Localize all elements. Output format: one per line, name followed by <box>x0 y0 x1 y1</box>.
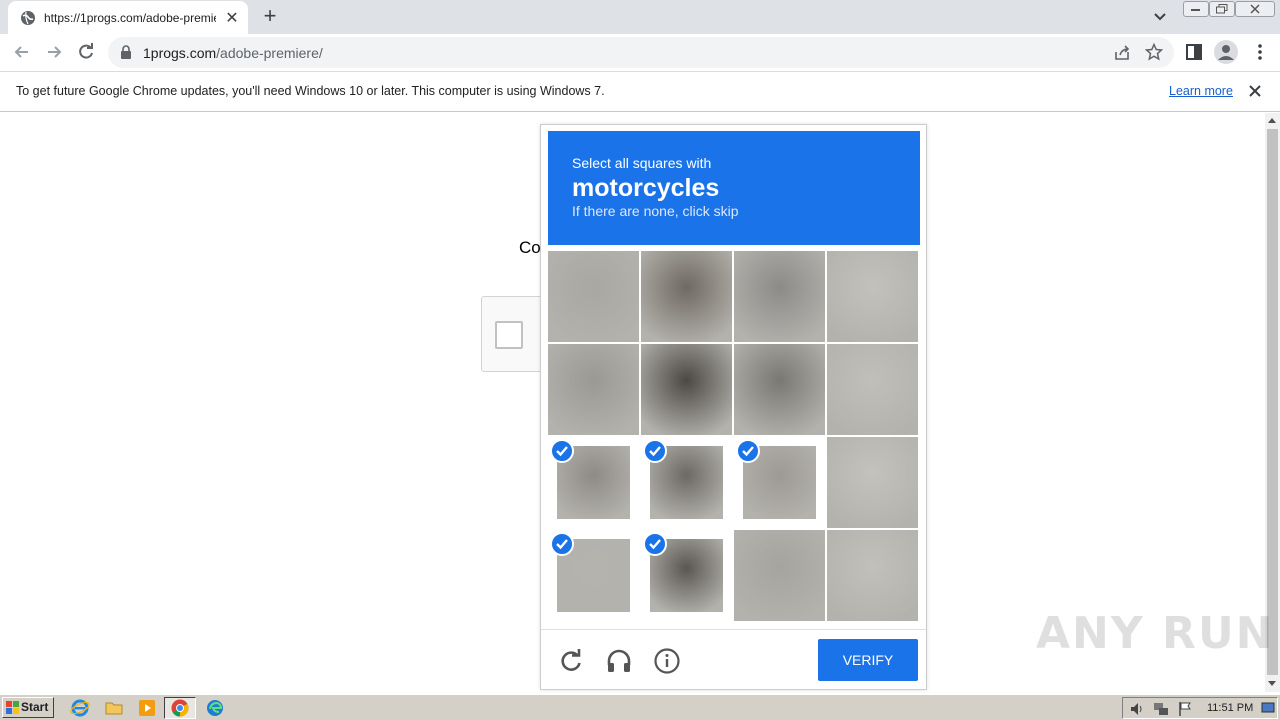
url-text: 1progs.com/adobe-premiere/ <box>143 45 323 61</box>
network-icon[interactable] <box>1153 701 1169 717</box>
clock: 11:51 PM <box>1207 702 1254 714</box>
checkmark-icon <box>643 532 667 556</box>
action-center-flag-icon[interactable] <box>1177 701 1193 717</box>
scroll-down-arrow-icon[interactable] <box>1268 681 1276 686</box>
challenge-footer: VERIFY <box>541 629 926 689</box>
infobar-message: To get future Google Chrome updates, you… <box>16 84 605 98</box>
tab-strip: https://1progs.com/adobe-premiere ✕ + <box>0 0 1280 34</box>
menu-kebab-icon[interactable] <box>1250 42 1270 62</box>
edge-icon[interactable] <box>205 698 225 718</box>
captcha-tile-image <box>548 251 639 342</box>
captcha-tile[interactable] <box>827 530 918 621</box>
captcha-tile[interactable] <box>641 251 732 342</box>
captcha-tile[interactable] <box>827 251 918 342</box>
captcha-tile-image <box>827 437 918 528</box>
captcha-tile[interactable] <box>548 437 639 528</box>
close-icon[interactable] <box>1248 84 1262 98</box>
info-icon[interactable] <box>654 648 680 674</box>
bookmark-star-icon[interactable] <box>1145 43 1163 61</box>
window-close-button[interactable] <box>1235 1 1275 17</box>
address-bar[interactable]: 1progs.com/adobe-premiere/ <box>108 37 1174 68</box>
captcha-tile[interactable] <box>548 344 639 435</box>
scroll-up-arrow-icon[interactable] <box>1268 118 1276 123</box>
captcha-tile-image <box>548 344 639 435</box>
captcha-tile-image <box>641 251 732 342</box>
captcha-image-grid <box>548 251 920 623</box>
chevron-down-icon[interactable] <box>1150 8 1170 26</box>
browser-toolbar: 1progs.com/adobe-premiere/ <box>0 34 1280 71</box>
taskbar: Start 11:51 PM <box>0 694 1280 720</box>
captcha-tile-image <box>827 251 918 342</box>
captcha-tile[interactable] <box>641 437 732 528</box>
forward-icon[interactable] <box>44 42 64 62</box>
share-icon[interactable] <box>1113 44 1131 62</box>
chrome-taskbar-button[interactable] <box>164 697 196 719</box>
captcha-tile-image <box>734 344 825 435</box>
start-label: Start <box>21 700 49 714</box>
anyrun-watermark: ANY RUN <box>1036 608 1275 659</box>
captcha-tile[interactable] <box>734 530 825 621</box>
checkmark-icon <box>550 532 574 556</box>
audio-headphones-icon[interactable] <box>606 648 632 674</box>
captcha-tile[interactable] <box>641 344 732 435</box>
side-panel-icon[interactable] <box>1184 42 1204 62</box>
captcha-tile[interactable] <box>734 251 825 342</box>
page-scrollbar[interactable] <box>1265 113 1280 692</box>
captcha-tile-image <box>734 530 825 621</box>
reload-icon[interactable] <box>558 648 584 674</box>
verify-button[interactable]: VERIFY <box>818 639 918 681</box>
captcha-tile[interactable] <box>641 530 732 621</box>
captcha-tile[interactable] <box>734 437 825 528</box>
lock-icon[interactable] <box>120 45 132 59</box>
captcha-tile[interactable] <box>548 251 639 342</box>
challenge-target: motorcycles <box>572 174 720 202</box>
checkmark-icon <box>550 439 574 463</box>
captcha-challenge-dialog: Select all squares with motorcycles If t… <box>540 124 927 690</box>
back-icon[interactable] <box>12 42 32 62</box>
page-heading: Co <box>519 238 541 257</box>
window-restore-button[interactable] <box>1209 1 1235 17</box>
chrome-icon <box>171 699 189 717</box>
reload-icon[interactable] <box>76 42 96 62</box>
new-tab-button[interactable]: + <box>258 5 282 29</box>
globe-icon <box>21 10 35 25</box>
checkmark-icon <box>736 439 760 463</box>
recaptcha-anchor <box>481 296 545 372</box>
learn-more-link[interactable]: Learn more <box>1169 84 1233 98</box>
captcha-tile[interactable] <box>548 530 639 621</box>
update-infobar: To get future Google Chrome updates, you… <box>0 71 1280 112</box>
show-desktop-icon[interactable] <box>1261 701 1275 715</box>
windows-flag-icon <box>6 701 19 714</box>
checkmark-icon <box>643 439 667 463</box>
captcha-tile-image <box>827 344 918 435</box>
captcha-tile[interactable] <box>827 437 918 528</box>
captcha-tile-image <box>641 344 732 435</box>
scrollbar-thumb[interactable] <box>1267 129 1278 675</box>
start-button[interactable]: Start <box>2 697 54 718</box>
captcha-tile[interactable] <box>827 344 918 435</box>
captcha-tile-image <box>734 251 825 342</box>
challenge-instruction: Select all squares with <box>572 155 712 171</box>
window-minimize-button[interactable] <box>1183 1 1209 17</box>
challenge-hint: If there are none, click skip <box>572 203 739 219</box>
captcha-tile-image <box>827 530 918 621</box>
recaptcha-checkbox[interactable] <box>495 321 523 349</box>
system-tray: 11:51 PM <box>1122 697 1278 719</box>
media-player-icon[interactable] <box>137 698 157 718</box>
volume-icon[interactable] <box>1129 701 1145 717</box>
challenge-header: Select all squares with motorcycles If t… <box>548 131 920 245</box>
profile-avatar-icon[interactable] <box>1214 40 1238 64</box>
captcha-tile[interactable] <box>734 344 825 435</box>
folder-icon[interactable] <box>104 698 124 718</box>
tab-close-button[interactable]: ✕ <box>224 8 240 28</box>
browser-tab[interactable]: https://1progs.com/adobe-premiere ✕ <box>8 1 248 34</box>
tab-title: https://1progs.com/adobe-premiere <box>44 10 216 25</box>
internet-explorer-icon[interactable] <box>70 698 90 718</box>
